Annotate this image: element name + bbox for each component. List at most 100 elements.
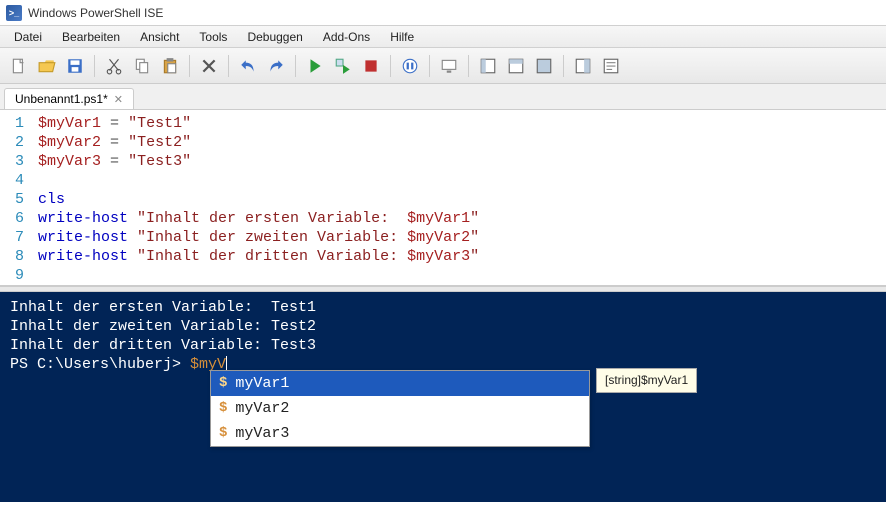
script-editor[interactable]: 1$myVar1 = "Test1"2$myVar2 = "Test2"3$my… <box>0 110 886 286</box>
close-icon[interactable]: ✕ <box>114 93 123 106</box>
menu-bar: DateiBearbeitenAnsichtToolsDebuggenAdd-O… <box>0 26 886 48</box>
editor-line[interactable]: 3$myVar3 = "Test3" <box>8 152 886 171</box>
pane-left-icon <box>479 57 497 75</box>
redo-icon <box>267 57 285 75</box>
variable-icon: $ <box>219 424 227 443</box>
variable-icon: $ <box>219 374 227 393</box>
intellisense-item[interactable]: $ myVar2 <box>211 396 589 421</box>
pane-left-button[interactable] <box>475 53 501 79</box>
open-button[interactable] <box>34 53 60 79</box>
save-button[interactable] <box>62 53 88 79</box>
window-title: Windows PowerShell ISE <box>28 6 163 20</box>
console-pane[interactable]: Inhalt der ersten Variable: Test1Inhalt … <box>0 292 886 502</box>
intellisense-label: myVar3 <box>235 424 289 443</box>
line-number: 1 <box>8 114 38 133</box>
title-bar: >_ Windows PowerShell ISE <box>0 0 886 26</box>
line-number: 5 <box>8 190 38 209</box>
cmd-addon-button[interactable] <box>598 53 624 79</box>
menu-tools[interactable]: Tools <box>189 28 237 45</box>
paste-icon <box>161 57 179 75</box>
pane-max-button[interactable] <box>531 53 557 79</box>
toolbar-separator <box>94 55 95 77</box>
intellisense-label: myVar2 <box>235 399 289 418</box>
undo-button[interactable] <box>235 53 261 79</box>
cmd-pane-icon <box>574 57 592 75</box>
redo-button[interactable] <box>263 53 289 79</box>
code-content: $myVar3 = "Test3" <box>38 152 191 171</box>
menu-ansicht[interactable]: Ansicht <box>130 28 189 45</box>
tab-label: Unbenannt1.ps1* <box>15 92 108 106</box>
copy-button[interactable] <box>129 53 155 79</box>
copy-icon <box>133 57 151 75</box>
pane-max-icon <box>535 57 553 75</box>
editor-line[interactable]: 6write-host "Inhalt der ersten Variable:… <box>8 209 886 228</box>
toolbar-separator <box>295 55 296 77</box>
toolbar <box>0 48 886 84</box>
clear-button[interactable] <box>196 53 222 79</box>
debug-pause-icon <box>401 57 419 75</box>
paste-button[interactable] <box>157 53 183 79</box>
new-icon <box>10 57 28 75</box>
line-number: 8 <box>8 247 38 266</box>
app-icon: >_ <box>6 5 22 21</box>
cut-button[interactable] <box>101 53 127 79</box>
intellisense-item[interactable]: $ myVar1 <box>211 371 589 396</box>
editor-line[interactable]: 4 <box>8 171 886 190</box>
toolbar-separator <box>429 55 430 77</box>
cut-icon <box>105 57 123 75</box>
run-selection-button[interactable] <box>330 53 356 79</box>
toolbar-separator <box>189 55 190 77</box>
open-icon <box>38 57 56 75</box>
menu-bearbeiten[interactable]: Bearbeiten <box>52 28 130 45</box>
line-number: 7 <box>8 228 38 247</box>
new-button[interactable] <box>6 53 32 79</box>
intellisense-tooltip: [string]$myVar1 <box>596 368 697 393</box>
run-button[interactable] <box>302 53 328 79</box>
editor-line[interactable]: 1$myVar1 = "Test1" <box>8 114 886 133</box>
code-content: write-host "Inhalt der ersten Variable: … <box>38 209 479 228</box>
editor-line[interactable]: 7write-host "Inhalt der zweiten Variable… <box>8 228 886 247</box>
run-selection-icon <box>334 57 352 75</box>
console-output-line: Inhalt der dritten Variable: Test3 <box>10 336 876 355</box>
clear-icon <box>200 57 218 75</box>
toolbar-separator <box>390 55 391 77</box>
editor-line[interactable]: 9 <box>8 266 886 285</box>
intellisense-label: myVar1 <box>235 374 289 393</box>
debug-pause-button[interactable] <box>397 53 423 79</box>
code-content: $myVar2 = "Test2" <box>38 133 191 152</box>
cmd-addon-icon <box>602 57 620 75</box>
script-tab[interactable]: Unbenannt1.ps1* ✕ <box>4 88 134 109</box>
stop-icon <box>362 57 380 75</box>
toolbar-separator <box>228 55 229 77</box>
intellisense-popup[interactable]: $ myVar1 $ myVar2 $ myVar3 <box>210 370 590 447</box>
pane-top-button[interactable] <box>503 53 529 79</box>
variable-icon: $ <box>219 399 227 418</box>
editor-line[interactable]: 2$myVar2 = "Test2" <box>8 133 886 152</box>
line-number: 9 <box>8 266 38 285</box>
save-icon <box>66 57 84 75</box>
stop-button[interactable] <box>358 53 384 79</box>
remote-button[interactable] <box>436 53 462 79</box>
line-number: 4 <box>8 171 38 190</box>
cmd-pane-button[interactable] <box>570 53 596 79</box>
line-number: 3 <box>8 152 38 171</box>
menu-add-ons[interactable]: Add-Ons <box>313 28 380 45</box>
console-output-line: Inhalt der zweiten Variable: Test2 <box>10 317 876 336</box>
code-content: cls <box>38 190 65 209</box>
line-number: 2 <box>8 133 38 152</box>
prompt-prefix: PS C:\Users\huberj> <box>10 356 190 373</box>
editor-line[interactable]: 5cls <box>8 190 886 209</box>
menu-hilfe[interactable]: Hilfe <box>380 28 424 45</box>
code-content: write-host "Inhalt der dritten Variable:… <box>38 247 479 266</box>
console-output-line: Inhalt der ersten Variable: Test1 <box>10 298 876 317</box>
tab-strip: Unbenannt1.ps1* ✕ <box>0 84 886 110</box>
undo-icon <box>239 57 257 75</box>
intellisense-item[interactable]: $ myVar3 <box>211 421 589 446</box>
remote-icon <box>440 57 458 75</box>
toolbar-separator <box>563 55 564 77</box>
code-content: $myVar1 = "Test1" <box>38 114 191 133</box>
editor-line[interactable]: 8write-host "Inhalt der dritten Variable… <box>8 247 886 266</box>
run-icon <box>306 57 324 75</box>
menu-debuggen[interactable]: Debuggen <box>237 28 312 45</box>
menu-datei[interactable]: Datei <box>4 28 52 45</box>
